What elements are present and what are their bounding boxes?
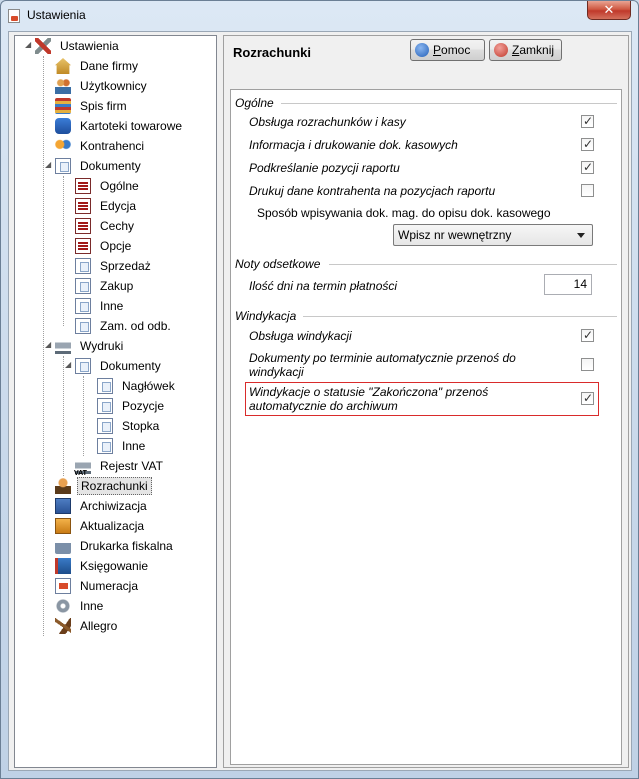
document-red-icon — [75, 198, 91, 214]
document-icon — [75, 258, 91, 274]
collapse-icon[interactable]: ◢ — [65, 361, 73, 369]
document-red-icon — [75, 178, 91, 194]
option-label: Dokumenty po terminie automatycznie prze… — [249, 351, 516, 379]
option-label: Podkreślanie pozycji raportu — [249, 161, 400, 175]
archive-icon — [55, 498, 71, 514]
box-icon — [55, 518, 71, 534]
settings-content: Ogólne Obsługa rozrachunków i kasy Infor… — [230, 89, 622, 765]
obsluga-rozrachunkow-checkbox[interactable] — [581, 114, 594, 128]
option-label: Obsługa rozrachunków i kasy — [249, 115, 406, 129]
client-area: ◢ ◢ ◢ ◢ Ustawienia Dane firmy Użytkownic… — [8, 31, 632, 771]
house-icon — [55, 58, 71, 74]
vat-printer-icon: VAT — [74, 458, 91, 477]
method-label: Sposób wpisywania dok. mag. do opisu dok… — [257, 206, 551, 220]
books-icon — [55, 98, 71, 114]
help-icon — [415, 43, 429, 57]
tree-line — [63, 176, 64, 326]
gavel-icon — [55, 618, 71, 634]
group-divider — [303, 316, 617, 317]
window-close-button[interactable]: ✕ — [587, 1, 631, 20]
tree-line — [63, 356, 64, 476]
document-red-icon — [75, 218, 91, 234]
help-button[interactable]: Pomoc — [410, 39, 485, 61]
option-label: Windykacje o statusie "Zakończona" przen… — [249, 385, 489, 413]
group-label-ogolne: Ogólne — [235, 96, 274, 110]
close-button[interactable]: Zamknij — [489, 39, 562, 61]
chevron-down-icon — [577, 233, 585, 238]
tools-icon — [35, 38, 51, 54]
option-label: Informacja i drukowanie dok. kasowych — [249, 138, 458, 152]
document-icon — [97, 418, 113, 434]
informacja-drukowanie-checkbox[interactable] — [581, 137, 594, 151]
person-icon — [55, 478, 71, 494]
method-select[interactable]: Wpisz nr wewnętrzny — [393, 224, 593, 246]
document-icon — [97, 398, 113, 414]
users-icon — [55, 78, 71, 94]
collapse-icon[interactable]: ◢ — [45, 161, 53, 169]
document-icon — [75, 358, 91, 374]
document-red-icon — [75, 238, 91, 254]
close-icon — [494, 43, 508, 57]
group-label-windykacja: Windykacja — [235, 309, 297, 323]
document-icon — [97, 438, 113, 454]
group-divider — [329, 264, 617, 265]
window-title: Ustawienia — [27, 8, 86, 22]
settings-window: Ustawienia ✕ ◢ ◢ ◢ ◢ Ustawienia Dane fir… — [0, 0, 639, 779]
fiscal-printer-icon — [55, 538, 71, 554]
group-label-noty: Noty odsetkowe — [235, 257, 321, 271]
app-icon — [8, 9, 20, 23]
option-label: Drukuj dane kontrahenta na pozycjach rap… — [249, 184, 496, 198]
days-label: Ilość dni na termin płatności — [249, 279, 398, 293]
podkreslanie-pozycji-checkbox[interactable] — [581, 160, 594, 174]
printer-icon — [55, 338, 71, 354]
settings-panel: Rozrachunki Pomoc Zamknij Ogólne Obsługa… — [223, 35, 629, 768]
gear-icon — [55, 598, 71, 614]
document-icon — [97, 378, 113, 394]
obsluga-windykacji-checkbox[interactable] — [581, 328, 594, 342]
tree-line — [43, 56, 44, 636]
document-icon — [75, 298, 91, 314]
ledger-icon — [55, 558, 71, 574]
group-divider — [281, 103, 617, 104]
title-bar[interactable]: Ustawienia ✕ — [1, 1, 638, 29]
people-icon — [55, 138, 71, 154]
archiwizuj-zakonczone-checkbox[interactable] — [581, 391, 594, 405]
document-icon — [55, 158, 71, 174]
database-icon — [55, 118, 71, 134]
collapse-icon[interactable]: ◢ — [45, 341, 53, 349]
option-label: Obsługa windykacji — [249, 329, 352, 343]
tree-line — [83, 376, 84, 456]
collapse-icon[interactable]: ◢ — [25, 41, 33, 49]
drukuj-dane-kontrahenta-checkbox[interactable] — [581, 184, 594, 197]
days-input[interactable]: 14 — [544, 274, 592, 295]
page-title: Rozrachunki — [233, 45, 312, 60]
panel-header: Rozrachunki Pomoc Zamknij — [224, 36, 628, 86]
document-icon — [75, 278, 91, 294]
document-icon — [75, 318, 91, 334]
settings-tree[interactable]: ◢ ◢ ◢ ◢ Ustawienia Dane firmy Użytkownic… — [14, 35, 217, 768]
przenos-do-windykacji-checkbox[interactable] — [581, 358, 594, 371]
numbering-icon — [55, 578, 71, 594]
